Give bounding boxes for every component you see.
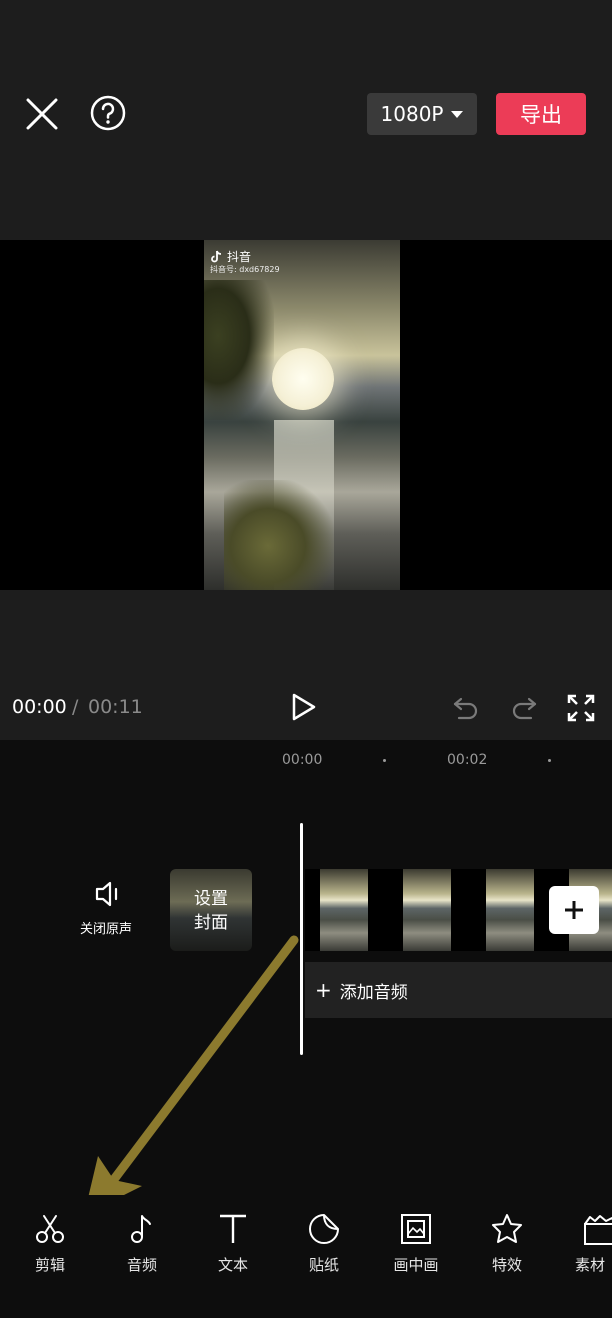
play-icon[interactable] [288,692,318,722]
tool-label: 贴纸 [308,1256,339,1274]
watermark-logo: 抖音 [210,248,251,265]
tool-effects[interactable]: 特效 [467,1212,547,1275]
clip-thumbnail[interactable] [486,869,534,951]
foreground-plant [224,480,334,590]
watermark-account-id: 抖音号: dxd67829 [210,265,280,274]
add-audio-plus-icon: + [315,978,332,1002]
tool-label: 音频 [126,1256,157,1274]
export-button[interactable]: 导出 [496,93,586,135]
tool-label: 特效 [491,1256,522,1274]
tool-label: 剪辑 [34,1256,65,1274]
ruler-dot [383,759,386,762]
tool-picture-in-picture[interactable]: 画中画 [376,1212,456,1275]
resolution-label: 1080P [380,102,444,126]
time-separator: / [72,696,79,718]
scissors-icon [36,1215,64,1243]
tool-sticker[interactable]: 贴纸 [284,1212,364,1275]
current-time: 00:00 [12,696,67,718]
add-audio-button[interactable]: + 添加音频 [305,962,612,1018]
sticker-icon [309,1214,339,1244]
video-preview[interactable]: 抖音 抖音号: dxd67829 [0,240,612,590]
tool-audio[interactable]: 音频 [102,1212,182,1275]
total-time: 00:11 [88,696,143,718]
tool-text[interactable]: 文本 [193,1212,273,1275]
cover-label-line1: 设置 [194,889,228,909]
ruler-dot [548,759,551,762]
add-audio-label: 添加音频 [339,982,408,1003]
clip-thumbnail[interactable] [320,869,368,951]
video-frame: 抖音 抖音号: dxd67829 [204,240,400,590]
ruler-mark: 00:00 [282,752,323,768]
effects-star-icon [492,1214,522,1243]
caret-down-icon [451,110,464,118]
speaker-icon[interactable] [93,880,123,908]
ruler-mark: 00:02 [447,752,488,768]
tool-label: 素材 [575,1256,606,1274]
watermark-app-name: 抖音 [227,250,252,264]
picture-in-picture-icon [401,1214,431,1244]
undo-icon[interactable] [451,693,481,723]
guide-arrow [84,935,299,1215]
clip-thumbnail[interactable] [403,869,451,951]
music-note-icon [131,1215,151,1243]
plus-icon [565,901,583,919]
tool-label: 文本 [217,1256,248,1274]
redo-icon[interactable] [509,693,539,723]
douyin-icon [211,250,222,262]
tool-edit[interactable]: 剪辑 [10,1212,90,1275]
material-icon [584,1215,612,1245]
tool-label: 画中画 [393,1256,439,1274]
add-clip-button[interactable] [549,886,599,934]
help-icon[interactable] [89,94,127,132]
fullscreen-icon[interactable] [566,693,596,723]
close-icon[interactable] [22,94,62,134]
text-icon [220,1214,246,1243]
resolution-dropdown[interactable]: 1080P [367,93,477,135]
tool-material[interactable]: 素材 [560,1212,612,1275]
moon [272,348,334,410]
tree-branches [204,280,274,420]
